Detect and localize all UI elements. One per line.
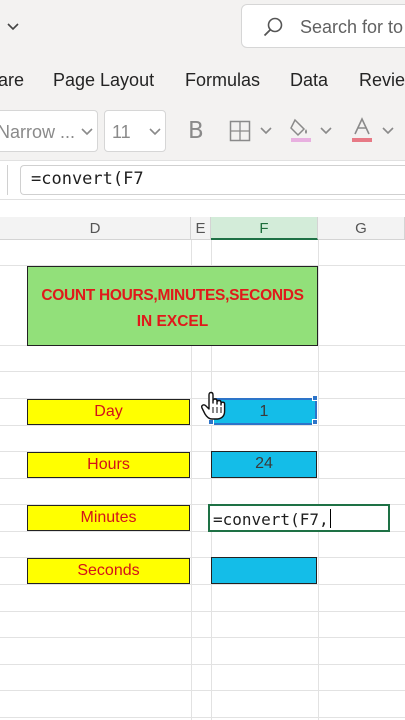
column-header-f[interactable]: F <box>211 217 318 240</box>
sheet-spacer <box>0 200 405 217</box>
title-bar: Search for to <box>0 0 405 58</box>
tab-formulas[interactable]: Formulas <box>185 70 260 91</box>
ribbon-tabs: are Page Layout Formulas Data Reviev <box>0 58 405 102</box>
cell-label-hours[interactable]: Hours <box>27 452 190 478</box>
selection-handle[interactable] <box>312 395 318 401</box>
chevron-down-icon[interactable] <box>259 124 273 138</box>
cell-value-hours[interactable]: 24 <box>211 451 317 478</box>
search-icon <box>262 16 284 38</box>
selection-handle[interactable] <box>312 419 318 425</box>
cell-label-day[interactable]: Day <box>27 399 190 425</box>
cell-editor[interactable]: =convert(F7, <box>208 504 390 532</box>
gridline <box>0 371 405 372</box>
gridline <box>0 717 405 718</box>
ribbon-toolbar: Narrow ... 11 B <box>0 102 405 160</box>
title-line-1: COUNT HOURS,MINUTES,SECONDS <box>41 287 304 304</box>
search-input[interactable]: Search for to <box>300 17 403 38</box>
chevron-down-icon <box>148 125 162 139</box>
tab-share[interactable]: are <box>0 70 24 91</box>
cell-editor-text[interactable]: =convert(F7, <box>213 509 331 529</box>
title-line-2: IN EXCEL <box>136 313 209 330</box>
search-box[interactable]: Search for to <box>241 4 405 48</box>
hand-cursor-icon <box>200 391 226 421</box>
chevron-down-icon[interactable] <box>319 124 333 138</box>
column-header-d[interactable]: D <box>0 217 191 240</box>
gridline <box>0 690 405 691</box>
gridline <box>0 637 405 638</box>
bold-button[interactable]: B <box>188 118 204 144</box>
gridline <box>0 425 405 426</box>
font-color-icon[interactable] <box>350 116 374 149</box>
formula-text[interactable]: =convert(F7 <box>31 169 144 189</box>
fill-color-icon[interactable] <box>289 116 313 149</box>
gridline <box>0 584 405 585</box>
cell-editor-formula: =convert(F7, <box>213 510 329 529</box>
cell-value-day[interactable]: 1 <box>211 398 317 425</box>
name-box[interactable] <box>0 165 8 195</box>
cell-value-seconds[interactable] <box>211 557 317 584</box>
chevron-down-icon <box>80 125 94 139</box>
gridline <box>0 478 405 479</box>
column-header-e[interactable]: E <box>191 217 211 240</box>
gridline <box>0 664 405 665</box>
gridline <box>0 611 405 612</box>
chevron-down-icon[interactable] <box>6 12 20 42</box>
tab-review[interactable]: Reviev <box>359 70 405 91</box>
title-box[interactable]: COUNT HOURS,MINUTES,SECONDS IN EXCEL <box>27 266 318 346</box>
chevron-down-icon[interactable] <box>381 124 395 138</box>
cell-label-seconds[interactable]: Seconds <box>27 558 190 584</box>
font-size-select[interactable]: 11 <box>104 110 166 152</box>
borders-icon[interactable] <box>229 120 251 147</box>
font-name-value: Narrow ... <box>0 122 76 142</box>
tab-page-layout[interactable]: Page Layout <box>53 70 154 91</box>
text-caret <box>329 509 331 528</box>
tab-data[interactable]: Data <box>290 70 328 91</box>
font-name-select[interactable]: Narrow ... <box>0 110 98 152</box>
gridline <box>318 240 319 720</box>
column-header-g[interactable]: G <box>318 217 405 240</box>
font-size-value: 11 <box>112 122 131 142</box>
cell-label-minutes[interactable]: Minutes <box>27 505 190 531</box>
